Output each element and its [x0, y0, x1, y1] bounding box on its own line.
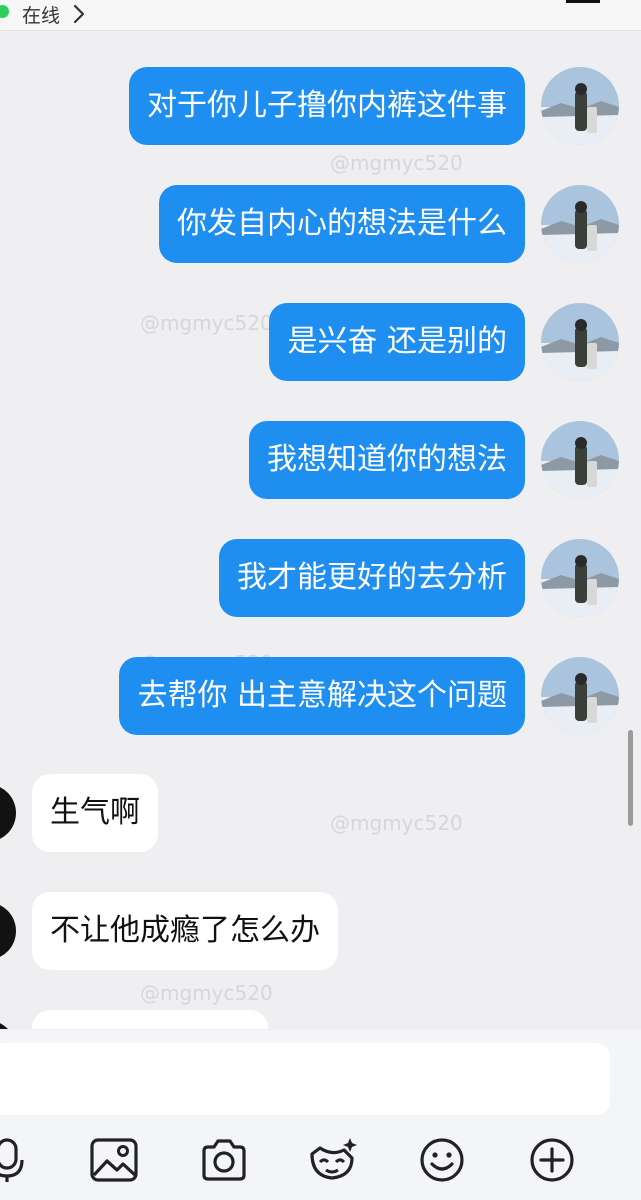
- avatar[interactable]: [541, 185, 619, 263]
- scrollbar[interactable]: [628, 730, 633, 826]
- avatar-image-icon: [541, 67, 619, 145]
- message-bubble-incoming[interactable]: 不让他成瘾了怎么办: [32, 892, 338, 970]
- message-bubble-outgoing[interactable]: 我想知道你的想法: [249, 421, 525, 499]
- avatar[interactable]: [0, 902, 16, 960]
- watermark-text: @mgmyc520: [330, 151, 463, 175]
- avatar-image-icon: [541, 657, 619, 735]
- message-bubble-outgoing[interactable]: 是兴奋 还是别的: [269, 303, 525, 381]
- message-row-outgoing: 我才能更好的去分析: [219, 538, 619, 618]
- message-bubble-outgoing[interactable]: 去帮你 出主意解决这个问题: [119, 657, 525, 735]
- watermark-text: @mgmyc520: [330, 811, 463, 835]
- emoji-icon[interactable]: [414, 1132, 470, 1188]
- avatar-image-icon: [541, 185, 619, 263]
- chevron-right-icon[interactable]: [72, 3, 86, 25]
- message-bubble-outgoing[interactable]: 你发自内心的想法是什么: [159, 185, 525, 263]
- message-row-outgoing: 你发自内心的想法是什么: [159, 184, 619, 264]
- avatar-image-icon: [541, 303, 619, 381]
- avatar-image-icon: [541, 539, 619, 617]
- avatar[interactable]: [541, 303, 619, 381]
- avatar[interactable]: [541, 657, 619, 735]
- add-icon[interactable]: [524, 1132, 580, 1188]
- avatar[interactable]: [541, 421, 619, 499]
- online-status-text: 在线: [22, 5, 61, 27]
- watermark-text: @mgmyc520: [140, 311, 273, 335]
- message-row-incoming: 生气啊: [0, 774, 158, 852]
- message-row-outgoing: 对于你儿子撸你内裤这件事: [129, 66, 619, 146]
- message-input[interactable]: [0, 1043, 610, 1115]
- sticker-icon[interactable]: [304, 1132, 360, 1188]
- avatar[interactable]: [0, 784, 16, 842]
- avatar[interactable]: [0, 1020, 16, 1029]
- camera-icon[interactable]: [196, 1132, 252, 1188]
- online-status-dot: [0, 5, 9, 18]
- avatar-image-icon: [541, 421, 619, 499]
- message-row-outgoing: 是兴奋 还是别的: [269, 302, 619, 382]
- avatar[interactable]: [541, 67, 619, 145]
- composer: [0, 1030, 641, 1200]
- message-row-incoming: [0, 1010, 268, 1029]
- message-bubble-outgoing[interactable]: 对于你儿子撸你内裤这件事: [129, 67, 525, 145]
- chat-header: 在线: [0, 0, 641, 31]
- watermark-text: @mgmyc520: [140, 981, 273, 1005]
- message-bubble-outgoing[interactable]: 我才能更好的去分析: [219, 539, 525, 617]
- message-row-outgoing: 我想知道你的想法: [249, 420, 619, 500]
- microphone-icon[interactable]: [0, 1132, 36, 1188]
- message-list[interactable]: @mgmyc520 @mgmyc520 @mgmyc520 @mgmyc520 …: [0, 31, 641, 1029]
- message-bubble-incoming[interactable]: [32, 1010, 268, 1029]
- message-row-outgoing: 去帮你 出主意解决这个问题: [119, 656, 619, 736]
- composer-toolbar: [0, 1132, 641, 1192]
- image-icon[interactable]: [86, 1132, 142, 1188]
- avatar[interactable]: [541, 539, 619, 617]
- message-bubble-incoming[interactable]: 生气啊: [32, 774, 158, 852]
- menu-indicator: [566, 0, 600, 3]
- message-row-incoming: 不让他成瘾了怎么办: [0, 892, 338, 970]
